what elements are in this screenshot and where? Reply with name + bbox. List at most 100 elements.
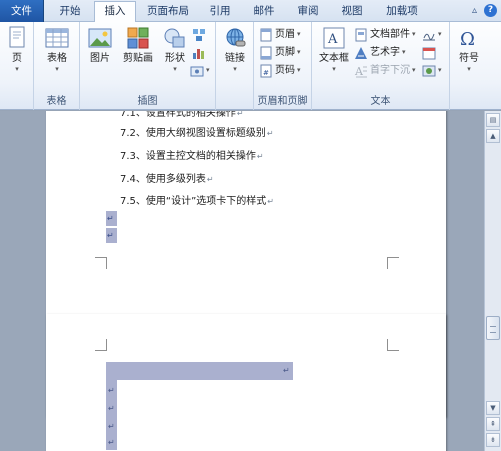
header-icon xyxy=(260,28,272,41)
signature-line-button[interactable]: ▾ xyxy=(422,26,442,43)
tab-home[interactable]: 开始 xyxy=(48,2,92,22)
selection-highlight-row[interactable] xyxy=(106,362,293,380)
table-button[interactable]: 表格 ▾ xyxy=(40,26,74,74)
toc-line-7-1[interactable]: 7.1、设置样式的相关操作↵ xyxy=(120,111,244,119)
object-icon xyxy=(422,65,436,76)
tab-addins[interactable]: 加载项 xyxy=(376,2,428,22)
chevron-down-icon: ▾ xyxy=(332,65,336,73)
table-icon xyxy=(45,28,69,48)
tab-mailings[interactable]: 邮件 xyxy=(244,2,284,22)
ribbon-tab-bar: 文件 开始 插入 页面布局 引用 邮件 审阅 视图 加载项 ▵ ? xyxy=(0,0,501,22)
pages-button[interactable]: 页 ▾ xyxy=(0,26,34,74)
footer-label: 页脚 xyxy=(275,47,295,58)
group-tables: 表格 ▾ 表格 xyxy=(34,22,80,110)
previous-page-icon[interactable]: ⇞ xyxy=(486,417,500,431)
chevron-down-icon: ▾ xyxy=(297,66,301,74)
svg-text:Ω: Ω xyxy=(460,29,475,50)
picture-icon xyxy=(88,28,112,48)
group-label-tables: 表格 xyxy=(46,96,67,107)
tab-insert[interactable]: 插入 xyxy=(94,1,136,22)
paragraph-mark: ↵ xyxy=(108,386,115,395)
header-button[interactable]: 页眉 ▾ xyxy=(259,26,301,43)
svg-text:A: A xyxy=(327,32,338,47)
group-header-footer: 页眉 ▾ 页脚 ▾ # 页码 ▾ 页眉和页脚 xyxy=(254,22,312,110)
textbox-button[interactable]: A 文本框 ▾ xyxy=(316,26,352,74)
group-symbols: Ω 符号 ▾ xyxy=(450,22,484,110)
group-pages: 页 ▾ xyxy=(0,22,34,110)
shapes-button[interactable]: 形状 ▾ xyxy=(158,26,192,74)
minimize-ribbon-icon[interactable]: ▵ xyxy=(468,4,481,17)
textbox-label: 文本框 xyxy=(319,53,349,64)
wordart-button[interactable]: 艺术字 ▾ xyxy=(354,44,406,61)
tab-page-layout[interactable]: 页面布局 xyxy=(138,2,198,22)
date-time-button[interactable] xyxy=(422,44,436,61)
ribbon-insert: 页 ▾ 表格 ▾ 表格 图片 剪贴画 形状 ▾ ▾ 插图 链接 ▾ 页眉 ▾ 页… xyxy=(0,22,501,110)
ruler-toggle-icon[interactable]: ▤ xyxy=(486,113,500,127)
next-page-icon[interactable]: ⇟ xyxy=(486,433,500,447)
scroll-up-icon[interactable]: ▲ xyxy=(486,129,500,143)
footer-icon xyxy=(260,46,272,59)
table-label: 表格 xyxy=(47,53,67,64)
clipart-label: 剪贴画 xyxy=(123,53,153,64)
tab-references[interactable]: 引用 xyxy=(200,2,240,22)
paragraph-mark: ↵ xyxy=(283,366,290,375)
selected-empty-paragraph[interactable]: ↵ xyxy=(106,228,117,243)
crop-mark-bottom-right xyxy=(387,257,399,269)
shapes-icon xyxy=(164,28,185,48)
chevron-down-icon: ▾ xyxy=(412,66,416,74)
chevron-down-icon: ▾ xyxy=(55,65,59,73)
tab-file[interactable]: 文件 xyxy=(0,0,44,22)
clipart-button[interactable]: 剪贴画 xyxy=(118,26,158,65)
smartart-button[interactable] xyxy=(192,26,206,43)
paragraph-mark: ↵ xyxy=(108,404,115,413)
toc-line-7-4[interactable]: 7.4、使用多级列表↵ xyxy=(120,170,214,185)
chevron-down-icon: ▾ xyxy=(438,66,442,74)
document-page-2[interactable]: ↵ ↵ ↵ ↵ ↵ xyxy=(46,314,446,451)
signature-icon xyxy=(423,33,435,40)
screenshot-button[interactable]: ▾ xyxy=(190,62,210,79)
toc-line-7-2[interactable]: 7.2、使用大纲视图设置标题级别↵ xyxy=(120,124,274,139)
dropcap-button[interactable]: A 首字下沉 ▾ xyxy=(354,62,416,79)
wordart-icon xyxy=(355,46,367,59)
group-links: 链接 ▾ xyxy=(216,22,254,110)
symbol-button[interactable]: Ω 符号 ▾ xyxy=(452,26,486,74)
svg-text:A: A xyxy=(354,65,364,78)
document-workspace[interactable]: 7.1、设置样式的相关操作↵ 7.2、使用大纲视图设置标题级别↵ 7.3、设置主… xyxy=(0,111,484,451)
crop-mark-top-right xyxy=(387,339,399,351)
tab-view[interactable]: 视图 xyxy=(332,2,372,22)
picture-button[interactable]: 图片 xyxy=(83,26,117,65)
dropcap-label: 首字下沉 xyxy=(370,65,410,76)
chevron-down-icon: ▾ xyxy=(206,66,210,74)
clipart-icon xyxy=(127,27,149,49)
smartart-icon xyxy=(193,28,205,41)
links-button[interactable]: 链接 ▾ xyxy=(218,26,252,74)
paragraph-mark: ↵ xyxy=(108,438,115,447)
toc-line-7-5[interactable]: 7.5、使用“设计”选项卡下的样式↵ xyxy=(120,192,274,207)
scroll-down-icon[interactable]: ▼ xyxy=(486,401,500,415)
page-number-icon: # xyxy=(260,64,272,77)
chart-button[interactable] xyxy=(192,44,206,61)
crop-mark-bottom-left xyxy=(95,257,107,269)
quick-parts-button[interactable]: 文档部件 ▾ xyxy=(354,26,416,43)
quick-parts-icon xyxy=(355,28,367,41)
globe-link-icon xyxy=(226,28,246,47)
selected-empty-paragraph[interactable]: ↵ xyxy=(106,211,117,226)
chevron-down-icon: ▾ xyxy=(467,65,471,73)
object-button[interactable]: ▾ xyxy=(422,62,442,79)
page-number-button[interactable]: # 页码 ▾ xyxy=(259,62,301,79)
help-icon[interactable]: ? xyxy=(484,4,497,17)
crop-mark-top-left xyxy=(95,339,107,351)
links-label: 链接 xyxy=(225,53,245,64)
tab-review[interactable]: 审阅 xyxy=(288,2,328,22)
pages-label: 页 xyxy=(12,53,22,64)
chevron-down-icon: ▾ xyxy=(438,30,442,38)
toc-line-7-3[interactable]: 7.3、设置主控文档的相关操作↵ xyxy=(120,147,264,162)
group-illustrations: 图片 剪贴画 形状 ▾ ▾ 插图 xyxy=(80,22,216,110)
chevron-down-icon: ▾ xyxy=(15,65,19,73)
shapes-label: 形状 xyxy=(165,53,185,64)
footer-button[interactable]: 页脚 ▾ xyxy=(259,44,301,61)
scroll-thumb[interactable] xyxy=(486,316,500,340)
vertical-scrollbar[interactable]: ▤ ▲ ▼ ⇞ ⇟ xyxy=(484,111,501,451)
chevron-down-icon: ▾ xyxy=(173,65,177,73)
svg-text:#: # xyxy=(263,69,269,77)
